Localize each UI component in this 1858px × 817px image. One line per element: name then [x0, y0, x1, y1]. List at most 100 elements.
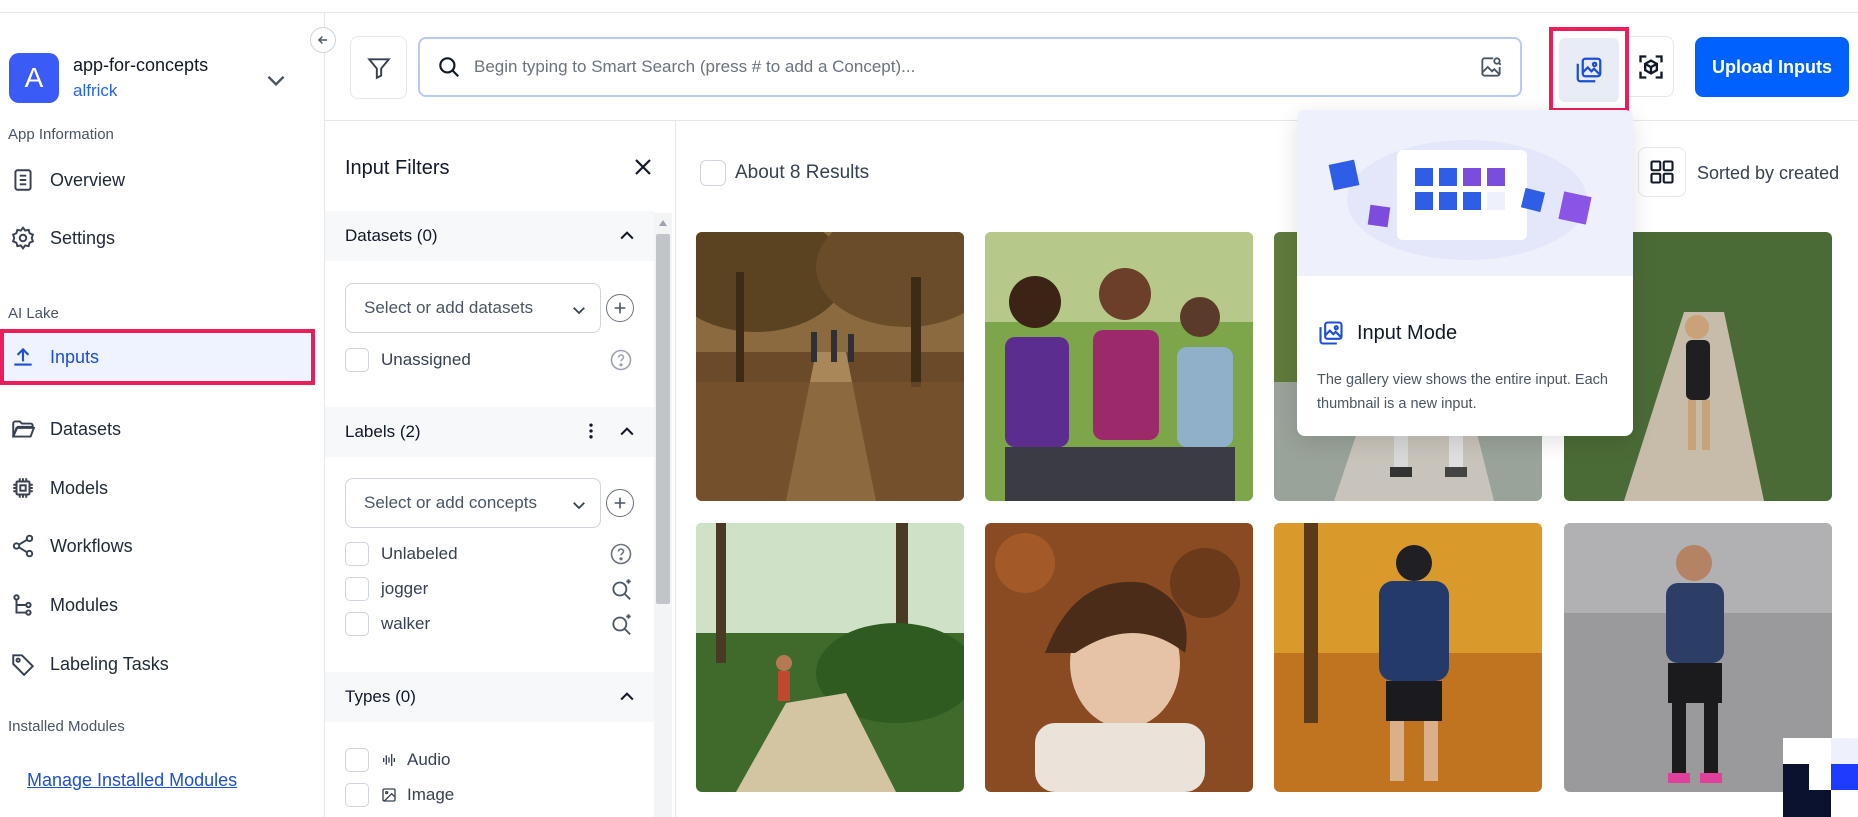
add-dataset-button[interactable]: [606, 294, 634, 322]
sidebar-item-label: Inputs: [50, 346, 100, 367]
sidebar-item-datasets[interactable]: Datasets: [0, 404, 313, 454]
checkbox[interactable]: [345, 348, 369, 372]
input-mode-illustration: [1297, 110, 1633, 276]
sidebar-item-workflows[interactable]: Workflows: [0, 521, 313, 571]
datasets-group-header[interactable]: Datasets (0): [325, 211, 655, 261]
smart-search-box[interactable]: [418, 37, 1522, 97]
sidebar-item-models[interactable]: Models: [0, 463, 313, 513]
label-name: walker: [381, 614, 431, 633]
chevron-up-icon[interactable]: [617, 422, 637, 442]
input-thumbnail[interactable]: [985, 523, 1253, 792]
sidebar-item-label: Labeling Tasks: [50, 653, 169, 674]
upload-inputs-button[interactable]: Upload Inputs: [1695, 37, 1849, 97]
label-name: Unlabeled: [381, 544, 458, 563]
popover-title: Input Mode: [1357, 322, 1458, 344]
object-mode-button[interactable]: [1629, 36, 1674, 97]
sidebar-item-label: Settings: [50, 227, 116, 248]
types-group-title: Types (0): [345, 687, 416, 706]
sidebar-item-labeling-tasks[interactable]: Labeling Tasks: [0, 639, 313, 689]
datasets-select[interactable]: Select or add datasets: [345, 283, 601, 333]
add-concept-button[interactable]: [606, 489, 634, 517]
chevron-up-icon[interactable]: [617, 226, 637, 246]
search-icon: [439, 57, 459, 77]
unassigned-label: Unassigned: [381, 350, 471, 369]
sidebar-item-overview[interactable]: Overview: [0, 155, 313, 205]
section-title-installed: Installed Modules: [8, 718, 125, 735]
section-title-app-info: App Information: [8, 126, 114, 143]
label-filter-jogger[interactable]: jogger: [345, 575, 428, 603]
checkbox[interactable]: [345, 577, 369, 601]
select-all-checkbox[interactable]: [700, 160, 726, 186]
sidebar-item-inputs[interactable]: Inputs: [0, 329, 315, 385]
woman-leaves-photo: [985, 523, 1253, 792]
autumn-runner-photo: [1274, 523, 1542, 792]
filters-title: Input Filters: [345, 157, 450, 179]
input-filters-panel: Input Filters Datasets (0) Select or add…: [325, 121, 676, 817]
image-icon: [382, 788, 396, 802]
plus-icon: [614, 497, 626, 509]
checkbox[interactable]: [345, 783, 369, 807]
chevron-up-icon[interactable]: [617, 687, 637, 707]
popover-body: The gallery view shows the entire input.…: [1317, 372, 1608, 412]
filters-scroll-thumb[interactable]: [656, 234, 670, 604]
chevron-down-icon: [573, 502, 585, 510]
arrow-left-icon: [317, 36, 328, 44]
concepts-select[interactable]: Select or add concepts: [345, 478, 601, 528]
sidebar-item-label: Models: [50, 477, 109, 498]
checkbox[interactable]: [345, 612, 369, 636]
type-filter-image[interactable]: Image: [345, 781, 454, 809]
filter-toggle-button[interactable]: [350, 36, 407, 99]
scroll-up-arrow-icon[interactable]: [658, 219, 668, 227]
collapse-sidebar-button[interactable]: [310, 27, 336, 53]
magic-search-icon[interactable]: [609, 611, 635, 637]
more-vertical-icon[interactable]: [581, 421, 601, 441]
type-name: Audio: [407, 750, 451, 769]
detect-object-icon: [1639, 54, 1663, 79]
input-thumbnail[interactable]: [1274, 523, 1542, 792]
search-input[interactable]: [474, 57, 1478, 77]
magic-search-icon[interactable]: [609, 576, 635, 602]
checkbox[interactable]: [345, 542, 369, 566]
close-icon[interactable]: [631, 155, 655, 179]
top-divider: [0, 0, 1858, 13]
app-user[interactable]: alfrick: [73, 81, 117, 101]
datasets-select-placeholder: Select or add datasets: [364, 298, 534, 317]
labels-group-header[interactable]: Labels (2): [325, 407, 655, 457]
folder-icon: [11, 420, 36, 438]
input-thumbnail[interactable]: [696, 523, 964, 792]
image-search-icon[interactable]: [1478, 54, 1504, 80]
app-avatar[interactable]: A: [9, 53, 59, 103]
results-count: About 8 Results: [735, 162, 870, 183]
sort-dropdown[interactable]: Sorted by created: [1697, 163, 1839, 184]
app-name[interactable]: app-for-concepts: [73, 55, 208, 76]
unassigned-filter[interactable]: Unassigned: [345, 346, 471, 374]
help-icon[interactable]: [609, 542, 633, 566]
input-thumbnail[interactable]: [696, 232, 964, 501]
gallery-illustration: [1328, 140, 1592, 260]
help-icon[interactable]: [609, 348, 633, 372]
types-group-header[interactable]: Types (0): [325, 672, 655, 722]
input-mode-button[interactable]: [1549, 27, 1629, 112]
labels-group-title: Labels (2): [345, 422, 421, 441]
document-icon: [14, 169, 32, 191]
checkbox[interactable]: [345, 748, 369, 772]
audio-wave-icon: [383, 754, 395, 766]
label-filter-unlabeled[interactable]: Unlabeled: [345, 540, 458, 568]
type-filter-audio[interactable]: Audio: [345, 746, 450, 774]
gallery-icon: [1576, 57, 1602, 82]
sidebar-item-label: Workflows: [50, 535, 133, 556]
grid-view-button[interactable]: [1638, 147, 1686, 197]
label-filter-walker[interactable]: walker: [345, 610, 430, 638]
tree-icon: [13, 594, 32, 616]
share-nodes-icon: [12, 534, 34, 558]
sidebar: A app-for-concepts alfrick App Informati…: [0, 13, 325, 817]
three-joggers-photo: [985, 232, 1253, 501]
manage-modules-link[interactable]: Manage Installed Modules: [27, 770, 237, 791]
chevron-down-icon[interactable]: [263, 67, 289, 93]
corner-logo-decoration: [1783, 738, 1858, 817]
input-thumbnail[interactable]: [985, 232, 1253, 501]
sidebar-item-modules[interactable]: Modules: [0, 580, 313, 630]
datasets-group-title: Datasets (0): [345, 226, 438, 245]
chevron-down-icon: [573, 307, 585, 315]
sidebar-item-settings[interactable]: Settings: [0, 213, 313, 263]
